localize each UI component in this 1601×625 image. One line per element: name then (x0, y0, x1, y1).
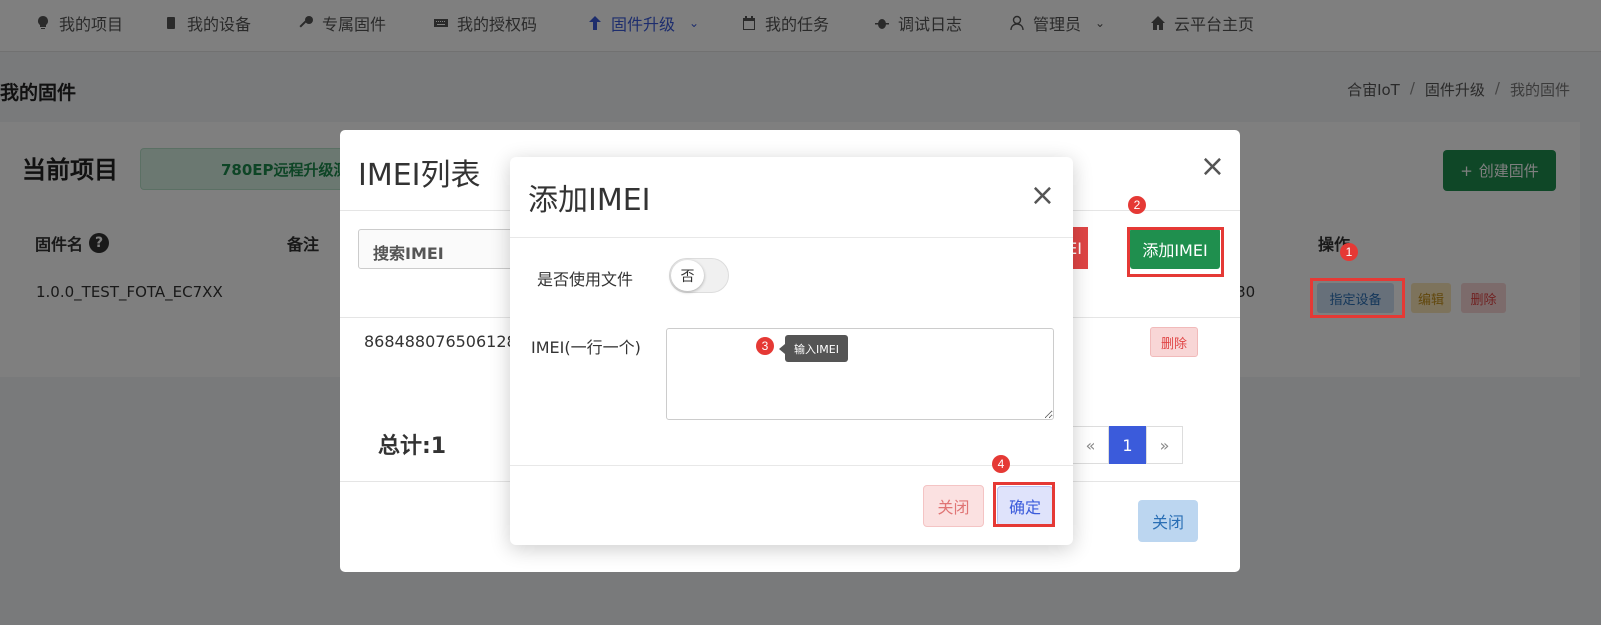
highlight-box-add-imei (1127, 227, 1224, 277)
step-badge-3: 3 (756, 337, 774, 355)
toggle-knob: 否 (671, 260, 704, 291)
highlight-box-confirm (993, 482, 1055, 527)
tooltip-enter-imei: 输入IMEI (779, 335, 848, 362)
modal-footer-divider (510, 465, 1073, 466)
highlight-box-assign (1310, 278, 1405, 318)
use-file-toggle[interactable]: 否 (669, 258, 729, 293)
add-close-button[interactable]: 关闭 (923, 485, 984, 527)
imei-textarea[interactable] (666, 328, 1054, 420)
step-badge-4: 4 (992, 455, 1010, 473)
use-file-label: 是否使用文件 (537, 270, 634, 289)
imei-input-label: IMEI(一行一个) (531, 338, 641, 357)
step-badge-1: 1 (1340, 243, 1358, 261)
modal-divider (510, 237, 1073, 238)
step-badge-2: 2 (1128, 196, 1146, 214)
modal-title: 添加IMEI (528, 183, 651, 218)
close-icon[interactable]: × (1030, 181, 1055, 211)
